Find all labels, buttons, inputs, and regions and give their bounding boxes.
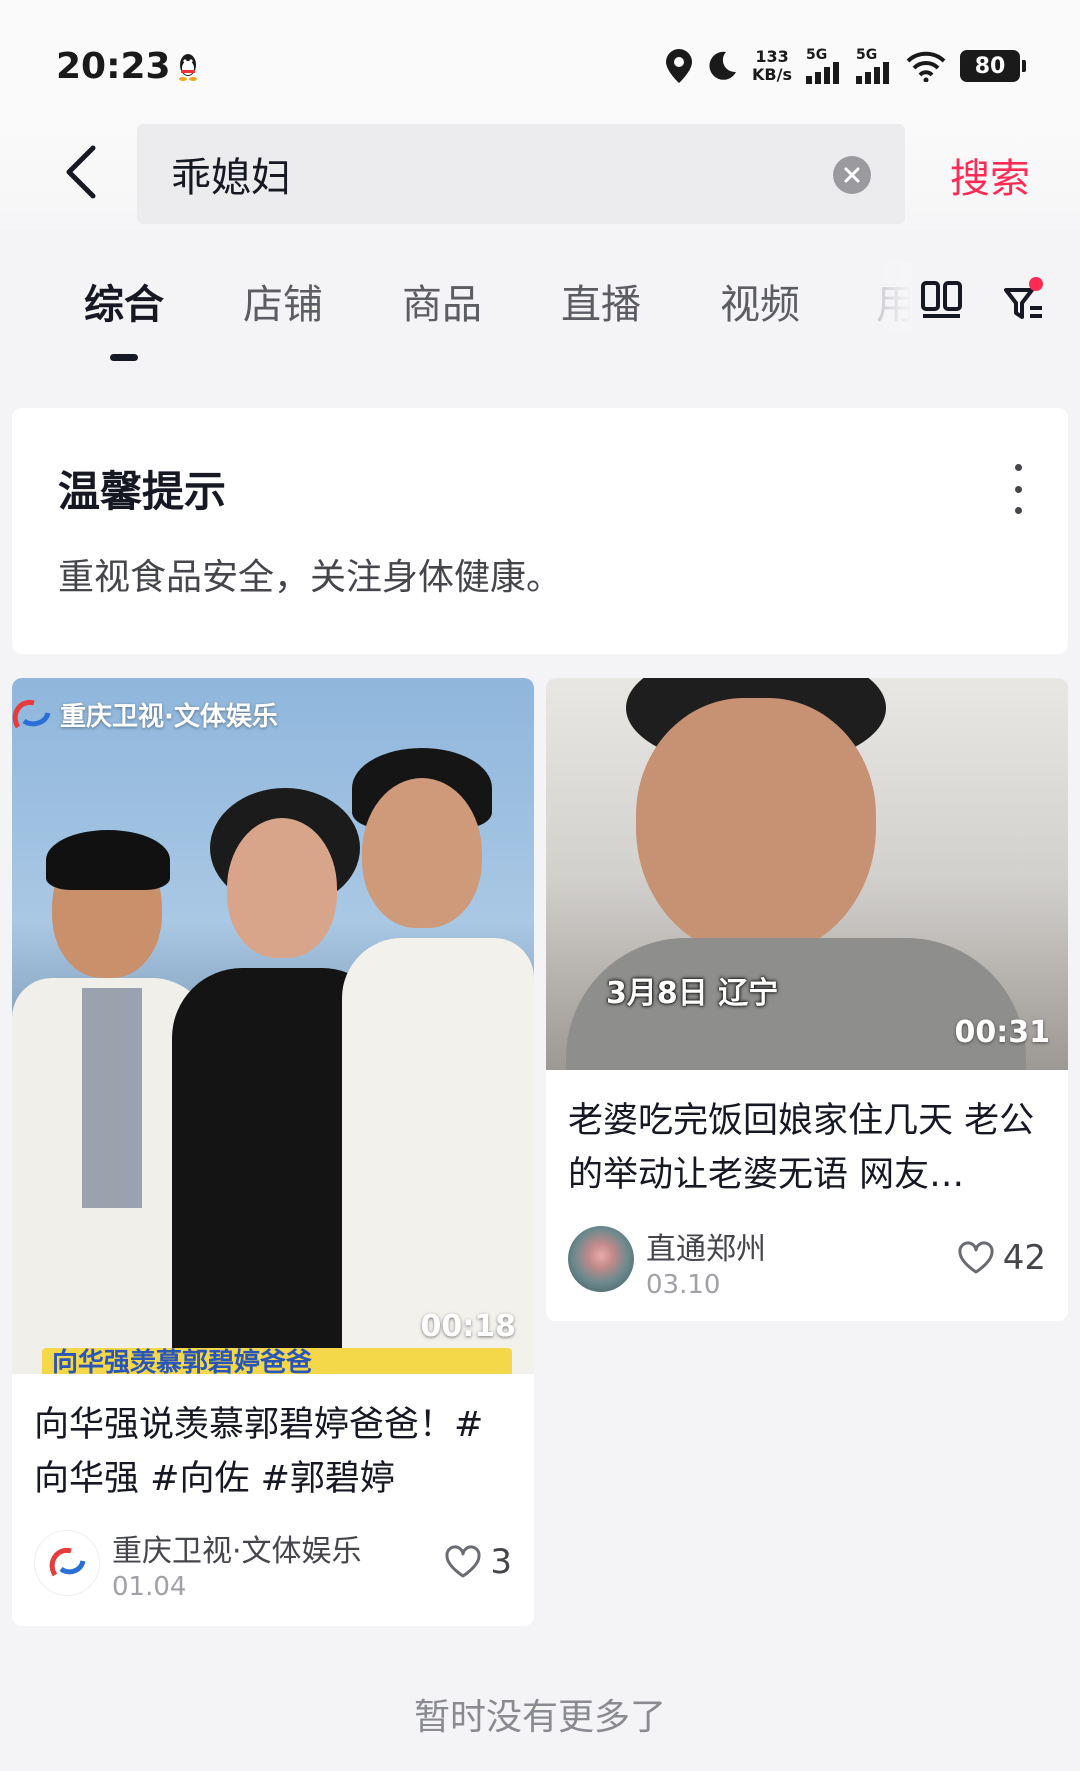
tab-live[interactable]: 直播 bbox=[561, 272, 641, 330]
signal-2-label: 5G bbox=[856, 47, 878, 63]
status-time: 20:23 bbox=[56, 46, 171, 87]
signal-2: 5G bbox=[856, 48, 892, 84]
status-bar: 20:23 133 KB/s 5G 5G 80 bbox=[0, 0, 1080, 120]
post-date: 03.10 bbox=[646, 1270, 721, 1300]
video-duration: 00:18 bbox=[420, 1309, 517, 1344]
heart-icon bbox=[445, 1545, 481, 1578]
thumbnail-person bbox=[332, 748, 534, 1374]
signal-1-label: 5G bbox=[806, 47, 828, 63]
like-count: 3 bbox=[490, 1542, 512, 1582]
location-icon bbox=[666, 49, 693, 83]
author-name[interactable]: 直通郑州 bbox=[646, 1224, 766, 1268]
tab-video[interactable]: 视频 bbox=[720, 272, 800, 330]
tip-text: 重视食品安全，关注身体健康。 bbox=[58, 557, 563, 598]
search-box[interactable] bbox=[137, 124, 905, 224]
tab-products[interactable]: 商品 bbox=[402, 272, 482, 330]
back-arrow-icon bbox=[66, 145, 96, 199]
close-icon bbox=[844, 167, 860, 183]
tip-card: 温馨提示 重视食品安全，关注身体健康。 bbox=[12, 408, 1068, 654]
status-icons: 133 KB/s 5G 5G 80 bbox=[666, 44, 1026, 88]
author-avatar[interactable] bbox=[568, 1226, 634, 1292]
video-title[interactable]: 老婆吃完饭回娘家住几天 老公的举动让老婆无语 网友… bbox=[568, 1094, 1058, 1202]
video-card[interactable]: 3月8日 辽宁 00:31 老婆吃完饭回娘家住几天 老公的举动让老婆无语 网友…… bbox=[546, 678, 1068, 1321]
battery-level: 80 bbox=[974, 53, 1006, 79]
channel-logo-icon bbox=[12, 699, 51, 728]
battery-indicator: 80 bbox=[960, 50, 1026, 82]
like-count: 42 bbox=[1002, 1238, 1046, 1278]
active-tab-indicator bbox=[110, 354, 138, 361]
result-tabs: 综合 店铺 商品 直播 视频 用 bbox=[0, 262, 1080, 362]
video-card[interactable]: 重庆卫视·文体娱乐 向华强羡慕郭碧婷爸爸 00:18 向华强说羡慕郭碧婷爸爸！#… bbox=[12, 678, 534, 1626]
thumbnail-banner: 向华强羡慕郭碧婷爸爸 bbox=[42, 1348, 512, 1374]
search-input[interactable] bbox=[171, 124, 771, 224]
net-speed-value: 133 bbox=[755, 47, 789, 66]
back-button[interactable] bbox=[50, 142, 110, 202]
tab-shops[interactable]: 店铺 bbox=[243, 272, 323, 330]
layout-toggle-icon[interactable] bbox=[920, 280, 964, 320]
net-speed-unit: KB/s bbox=[752, 65, 792, 84]
signal-bars-icon bbox=[806, 62, 839, 84]
filter-icon[interactable] bbox=[1002, 276, 1046, 324]
heart-icon bbox=[958, 1241, 994, 1274]
like-button[interactable]: 3 bbox=[444, 1542, 512, 1582]
video-duration: 00:31 bbox=[954, 1015, 1051, 1050]
net-speed: 133 KB/s bbox=[752, 48, 792, 84]
author-avatar[interactable] bbox=[34, 1530, 100, 1596]
more-options-icon[interactable] bbox=[1008, 464, 1028, 514]
search-header: 搜索 bbox=[0, 120, 1080, 230]
video-thumbnail[interactable]: 3月8日 辽宁 00:31 bbox=[546, 678, 1068, 1070]
wifi-icon bbox=[906, 51, 946, 82]
thumbnail-caption: 3月8日 辽宁 bbox=[606, 976, 779, 1011]
qq-icon bbox=[179, 54, 197, 81]
search-button[interactable]: 搜索 bbox=[950, 146, 1030, 204]
like-button[interactable]: 42 bbox=[957, 1238, 1046, 1278]
signal-1: 5G bbox=[806, 48, 842, 84]
channel-watermark: 重庆卫视·文体娱乐 bbox=[12, 696, 278, 733]
tab-fade bbox=[872, 262, 912, 332]
end-of-results-text: 暂时没有更多了 bbox=[413, 1697, 666, 1738]
author-name[interactable]: 重庆卫视·文体娱乐 bbox=[112, 1526, 362, 1570]
video-title[interactable]: 向华强说羡慕郭碧婷爸爸！#向华强 #向佐 #郭碧婷 bbox=[34, 1398, 514, 1506]
tab-comprehensive[interactable]: 综合 bbox=[84, 272, 164, 330]
video-thumbnail[interactable]: 重庆卫视·文体娱乐 向华强羡慕郭碧婷爸爸 00:18 bbox=[12, 678, 534, 1374]
signal-bars-icon bbox=[856, 62, 889, 84]
channel-logo-icon bbox=[49, 1547, 86, 1577]
watermark-text: 重庆卫视·文体娱乐 bbox=[60, 702, 278, 732]
tip-title: 温馨提示 bbox=[58, 467, 227, 516]
post-date: 01.04 bbox=[112, 1572, 187, 1602]
clear-button[interactable] bbox=[833, 156, 871, 194]
moon-icon bbox=[709, 51, 737, 80]
